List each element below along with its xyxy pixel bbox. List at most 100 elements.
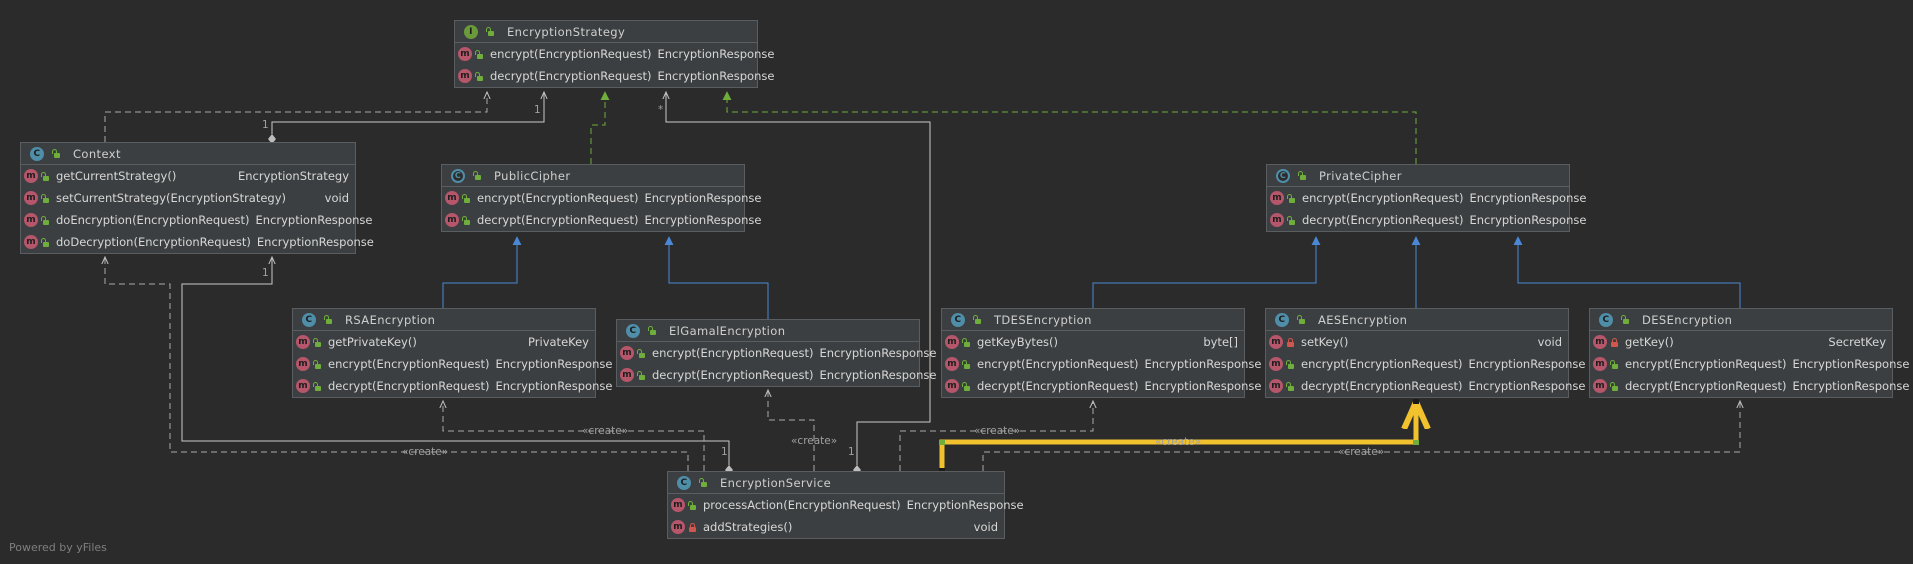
method-icon: m — [1593, 379, 1607, 393]
method-row[interactable]: m getKeyBytes() byte[] — [942, 331, 1244, 353]
method-signature: decrypt(EncryptionRequest) — [1301, 379, 1463, 393]
public-visibility-icon — [972, 314, 983, 325]
class-icon: C — [30, 146, 44, 161]
method-row[interactable]: m encrypt(EncryptionRequest) EncryptionRes… — [1267, 187, 1586, 209]
public-visibility-icon — [961, 381, 972, 392]
public-visibility-icon — [485, 26, 496, 37]
public-visibility-icon — [472, 170, 483, 181]
abstract-icon: C — [451, 168, 465, 183]
public-visibility-icon — [1296, 314, 1307, 325]
method-row[interactable]: m encrypt(EncryptionRequest) EncryptionRes… — [1266, 353, 1585, 375]
method-signature: decrypt(EncryptionRequest) — [490, 69, 652, 83]
inheritance-edge-tdes — [1092, 236, 1321, 308]
method-row[interactable]: m getCurrentStrategy() EncryptionStrategy — [21, 165, 355, 187]
method-return-type: SecretKey — [1828, 335, 1886, 349]
edge-handle — [939, 440, 945, 445]
method-return-type: EncryptionResponse — [819, 368, 937, 382]
method-signature: encrypt(EncryptionRequest) — [1302, 191, 1464, 205]
association-edge-service-strategy — [666, 92, 931, 465]
public-visibility-icon — [312, 337, 323, 348]
method-row[interactable]: m doDecryption(EncryptionRequest) Encrypti… — [21, 231, 374, 253]
class-node-desencryption[interactable]: C DESEncryption m getKey() SecretKey m encrypt… — [1589, 308, 1909, 398]
method-row[interactable]: m decrypt(EncryptionRequest) EncryptionRes… — [455, 65, 774, 87]
class-icon: C — [1275, 312, 1289, 327]
create-label: «create» — [1338, 446, 1385, 458]
node-title: PublicCipher — [494, 168, 571, 183]
method-icon: m — [296, 357, 310, 371]
public-visibility-icon — [1620, 314, 1631, 325]
method-row[interactable]: m setCurrentStrategy(EncryptionStrategy) v… — [21, 187, 355, 209]
method-icon: m — [458, 69, 472, 83]
interface-node-encryptionstrategy[interactable]: I EncryptionStrategy m encrypt(EncryptionRe… — [454, 20, 774, 88]
method-row[interactable]: m encrypt(EncryptionRequest) EncryptionRes… — [293, 353, 612, 375]
method-row[interactable]: m encrypt(EncryptionRequest) EncryptionRes… — [455, 43, 774, 65]
node-header: I EncryptionStrategy — [455, 21, 757, 43]
class-node-elgamalencryption[interactable]: C ElGamalEncryption m encrypt(EncryptionReq… — [616, 319, 936, 387]
method-row[interactable]: m decrypt(EncryptionRequest) EncryptionRes… — [617, 364, 936, 386]
node-header: C PublicCipher — [442, 165, 744, 187]
method-row[interactable]: m decrypt(EncryptionRequest) EncryptionRes… — [1267, 209, 1586, 231]
method-row[interactable]: m doEncryption(EncryptionRequest) Encrypti… — [21, 209, 373, 231]
method-row[interactable]: m setKey() void — [1266, 331, 1568, 353]
public-visibility-icon — [1286, 193, 1297, 204]
abstract-class-node-publiccipher[interactable]: C PublicCipher m encrypt(EncryptionRequest)… — [441, 164, 761, 232]
method-row[interactable]: m getKey() SecretKey — [1590, 331, 1892, 353]
method-row[interactable]: m decrypt(EncryptionRequest) EncryptionRes… — [293, 375, 612, 397]
method-return-type: EncryptionResponse — [1469, 191, 1587, 205]
method-row[interactable]: m getPrivateKey() PrivateKey — [293, 331, 595, 353]
public-visibility-icon — [40, 171, 51, 182]
method-icon: m — [671, 520, 685, 534]
public-visibility-icon — [636, 348, 647, 359]
method-signature: decrypt(EncryptionRequest) — [1302, 213, 1464, 227]
public-visibility-icon — [647, 325, 658, 336]
create-edge-rsa — [443, 401, 705, 471]
method-icon: m — [1269, 335, 1283, 349]
method-row[interactable]: m decrypt(EncryptionRequest) EncryptionRes… — [1266, 375, 1585, 397]
public-visibility-icon — [1285, 381, 1296, 392]
method-row[interactable]: m processAction(EncryptionRequest) Encrypt… — [668, 494, 1024, 516]
node-title: EncryptionStrategy — [507, 24, 626, 39]
create-label: «create» — [402, 446, 449, 458]
node-title: Context — [73, 146, 121, 161]
class-node-rsaencryption[interactable]: C RSAEncryption m getPrivateKey() PrivateKey… — [292, 308, 612, 398]
method-row[interactable]: m decrypt(EncryptionRequest) EncryptionRes… — [942, 375, 1261, 397]
method-return-type: EncryptionResponse — [1468, 379, 1586, 393]
method-icon: m — [24, 169, 38, 183]
class-icon: C — [951, 312, 965, 327]
class-node-encryptionservice[interactable]: C EncryptionService m processAction(Encrypt… — [667, 471, 1024, 539]
multiplicity-label: 1 — [262, 119, 269, 131]
abstract-class-node-privatecipher[interactable]: C PrivateCipher m encrypt(EncryptionRequest… — [1266, 164, 1586, 232]
method-return-type: PrivateKey — [528, 335, 589, 349]
public-visibility-icon — [461, 193, 472, 204]
method-row[interactable]: m encrypt(EncryptionRequest) EncryptionRes… — [442, 187, 761, 209]
method-return-type: EncryptionStrategy — [237, 169, 349, 183]
class-icon: C — [626, 323, 640, 338]
public-visibility-icon — [474, 71, 485, 82]
public-visibility-icon — [1609, 359, 1620, 370]
method-row[interactable]: m encrypt(EncryptionRequest) EncryptionRes… — [1590, 353, 1909, 375]
class-icon: C — [1599, 312, 1613, 327]
method-signature: getKeyBytes() — [977, 335, 1058, 349]
method-signature: encrypt(EncryptionRequest) — [1301, 357, 1463, 371]
class-node-tdesencryption[interactable]: C TDESEncryption m getKeyBytes() byte[] m encr… — [941, 308, 1261, 398]
method-row[interactable]: m decrypt(EncryptionRequest) EncryptionRes… — [1590, 375, 1909, 397]
method-return-type: void — [324, 191, 349, 205]
method-signature: decrypt(EncryptionRequest) — [477, 213, 639, 227]
method-signature: setKey() — [1301, 335, 1349, 349]
method-row[interactable]: m encrypt(EncryptionRequest) EncryptionRes… — [942, 353, 1261, 375]
method-icon: m — [1593, 335, 1607, 349]
method-row[interactable]: m encrypt(EncryptionRequest) EncryptionRes… — [617, 342, 936, 364]
class-node-aesencryption[interactable]: C AESEncryption m setKey() void m encrypt(Encr… — [1265, 308, 1585, 398]
method-signature: encrypt(EncryptionRequest) — [652, 346, 814, 360]
edge-handle — [1413, 399, 1419, 404]
method-signature: getCurrentStrategy() — [56, 169, 177, 183]
method-icon: m — [620, 346, 634, 360]
method-signature: getPrivateKey() — [328, 335, 417, 349]
multiplicity-label: * — [658, 104, 664, 116]
method-return-type: void — [1537, 335, 1562, 349]
method-row[interactable]: m addStrategies() void — [668, 516, 1004, 538]
method-row[interactable]: m decrypt(EncryptionRequest) EncryptionRes… — [442, 209, 761, 231]
method-return-type: EncryptionResponse — [644, 191, 762, 205]
class-node-context[interactable]: C Context m getCurrentStrategy() EncryptionS… — [20, 142, 374, 254]
node-header: C ElGamalEncryption — [617, 320, 919, 342]
